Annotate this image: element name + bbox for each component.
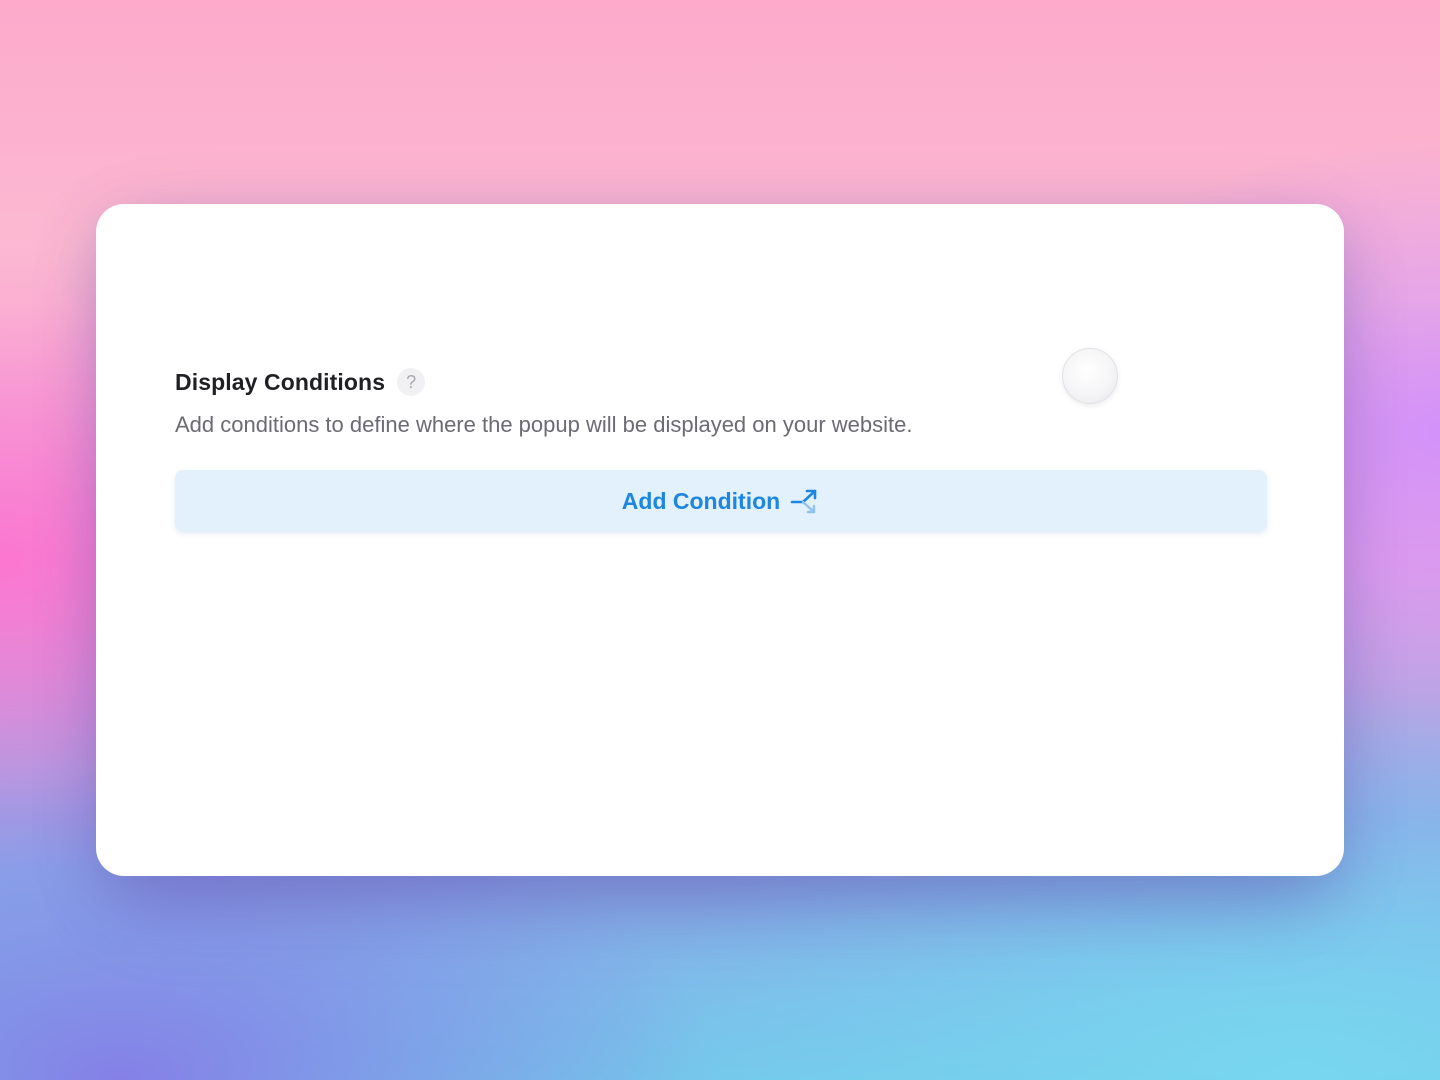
help-icon[interactable]: ? [397, 368, 426, 396]
section-description: Add conditions to define where the popup… [175, 412, 913, 437]
section-title: Display Conditions [175, 368, 386, 395]
cursor-indicator [1062, 348, 1118, 404]
add-condition-label: Add Condition [621, 487, 781, 514]
display-conditions-card: Display Conditions ? Add conditions to d… [96, 204, 1344, 876]
branch-arrow-icon [790, 489, 817, 514]
section-header: Display Conditions ? [175, 368, 426, 396]
add-condition-button[interactable]: Add Condition [175, 470, 1267, 532]
